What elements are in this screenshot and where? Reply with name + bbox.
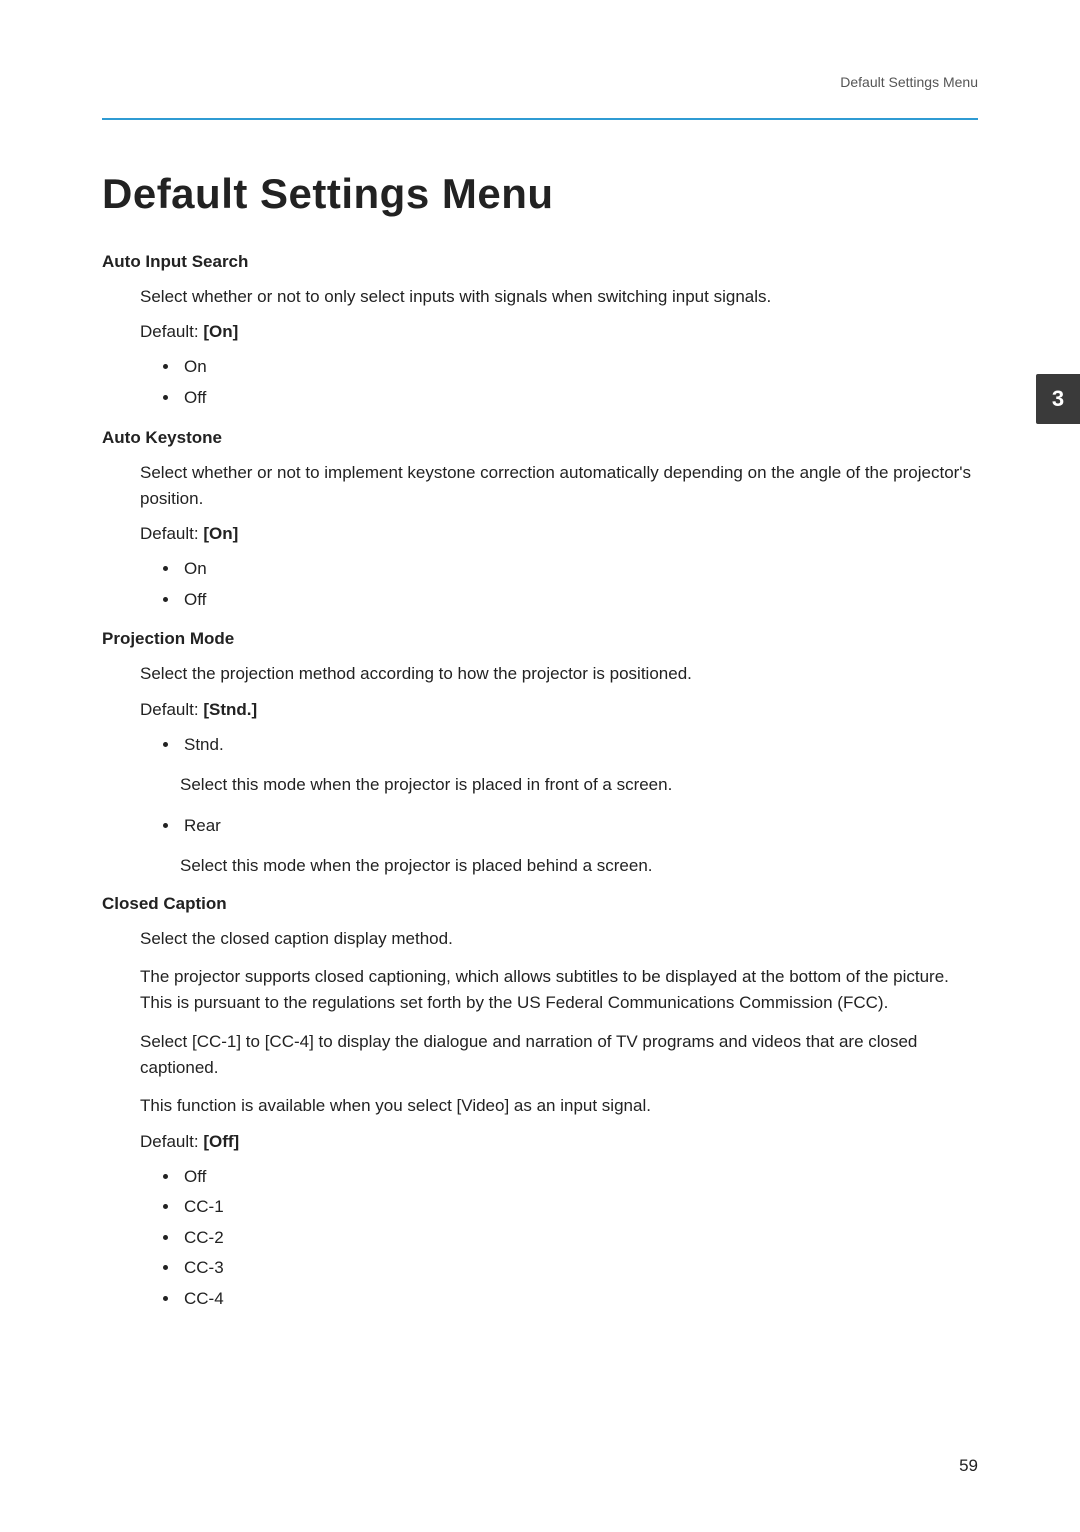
option-list: Off CC-1 CC-2 CC-3 CC-4	[180, 1162, 978, 1315]
default-line: Default: [On]	[140, 524, 978, 544]
option-item: CC-2	[180, 1223, 978, 1254]
page: Default Settings Menu 3 Default Settings…	[0, 0, 1080, 1532]
option-list: On Off	[180, 554, 978, 615]
default-label: Default:	[140, 322, 203, 341]
section-desc: Select the closed caption display method…	[140, 926, 978, 952]
option-desc: Select this mode when the projector is p…	[180, 853, 978, 879]
option-item: Off	[180, 585, 978, 616]
option-item: On	[180, 352, 978, 383]
section-desc: Select whether or not to implement keyst…	[140, 460, 978, 513]
section-desc: Select the projection method according t…	[140, 661, 978, 687]
section-heading-auto-input-search: Auto Input Search	[102, 252, 978, 272]
page-number: 59	[959, 1456, 978, 1476]
option-item: CC-1	[180, 1192, 978, 1223]
section-heading-auto-keystone: Auto Keystone	[102, 428, 978, 448]
section-desc: Select whether or not to only select inp…	[140, 284, 978, 310]
default-value: [On]	[203, 524, 238, 543]
default-line: Default: [On]	[140, 322, 978, 342]
option-item: Off	[180, 383, 978, 414]
option-item: CC-4	[180, 1284, 978, 1315]
option-list: Rear	[180, 811, 978, 842]
page-title: Default Settings Menu	[102, 170, 978, 218]
section-heading-projection-mode: Projection Mode	[102, 629, 978, 649]
chapter-tab-label: 3	[1052, 386, 1064, 412]
option-item: CC-3	[180, 1253, 978, 1284]
default-label: Default:	[140, 700, 203, 719]
header-rule	[102, 118, 978, 120]
default-line: Default: [Stnd.]	[140, 700, 978, 720]
option-item: On	[180, 554, 978, 585]
chapter-tab: 3	[1036, 374, 1080, 424]
option-list: Stnd.	[180, 730, 978, 761]
option-list: On Off	[180, 352, 978, 413]
default-value: [On]	[203, 322, 238, 341]
section-heading-closed-caption: Closed Caption	[102, 894, 978, 914]
default-value: [Stnd.]	[203, 700, 257, 719]
default-value: [Off]	[203, 1132, 239, 1151]
default-label: Default:	[140, 1132, 203, 1151]
section-desc: The projector supports closed captioning…	[140, 964, 978, 1017]
option-desc: Select this mode when the projector is p…	[180, 772, 978, 798]
section-desc: This function is available when you sele…	[140, 1093, 978, 1119]
option-item: Stnd.	[180, 730, 978, 761]
running-head: Default Settings Menu	[840, 74, 978, 90]
option-item: Rear	[180, 811, 978, 842]
default-label: Default:	[140, 524, 203, 543]
default-line: Default: [Off]	[140, 1132, 978, 1152]
section-desc: Select [CC-1] to [CC-4] to display the d…	[140, 1029, 978, 1082]
option-item: Off	[180, 1162, 978, 1193]
header: Default Settings Menu	[102, 92, 978, 112]
